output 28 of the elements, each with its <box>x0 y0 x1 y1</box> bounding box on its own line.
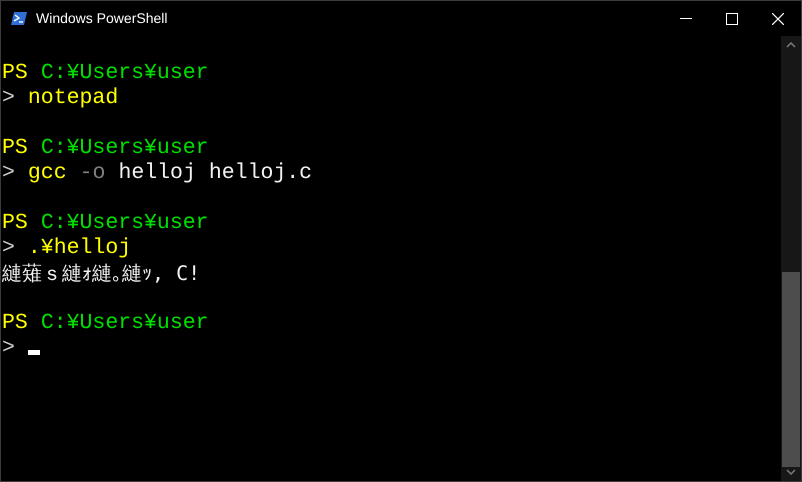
command-token: notepad <box>28 86 118 111</box>
prompt-label: PS <box>2 311 28 336</box>
prompt-path: C:¥Users¥user <box>40 211 209 236</box>
prompt-label: PS <box>2 211 28 236</box>
window-title: Windows PowerShell <box>36 9 168 28</box>
prompt-label: PS <box>2 136 28 161</box>
scroll-up-icon[interactable] <box>786 42 796 48</box>
close-icon <box>772 12 784 24</box>
maximize-icon <box>726 12 738 24</box>
prompt-caret: > <box>2 336 15 361</box>
prompt-label: PS <box>2 61 28 86</box>
prompt-path: C:¥Users¥user <box>40 136 209 161</box>
scrollbar[interactable] <box>781 36 801 481</box>
command-token: gcc <box>28 161 67 186</box>
prompt-caret: > <box>2 86 15 111</box>
prompt-caret: > <box>2 236 15 261</box>
minimize-icon <box>680 18 692 19</box>
command-token: helloj <box>118 161 196 186</box>
command-token: helloj.c <box>208 161 312 186</box>
output-line: 縺薙ｓ縺ｫ縺｡縺ｯ, C! <box>2 261 202 286</box>
command-token: .¥helloj <box>28 236 132 261</box>
command-token: -o <box>80 161 106 186</box>
scroll-thumb[interactable] <box>782 272 800 467</box>
powershell-icon <box>11 12 27 25</box>
scroll-down-icon[interactable] <box>786 469 796 475</box>
prompt-caret: > <box>2 161 15 186</box>
prompt-path: C:¥Users¥user <box>40 61 209 86</box>
prompt-path: C:¥Users¥user <box>40 311 209 336</box>
